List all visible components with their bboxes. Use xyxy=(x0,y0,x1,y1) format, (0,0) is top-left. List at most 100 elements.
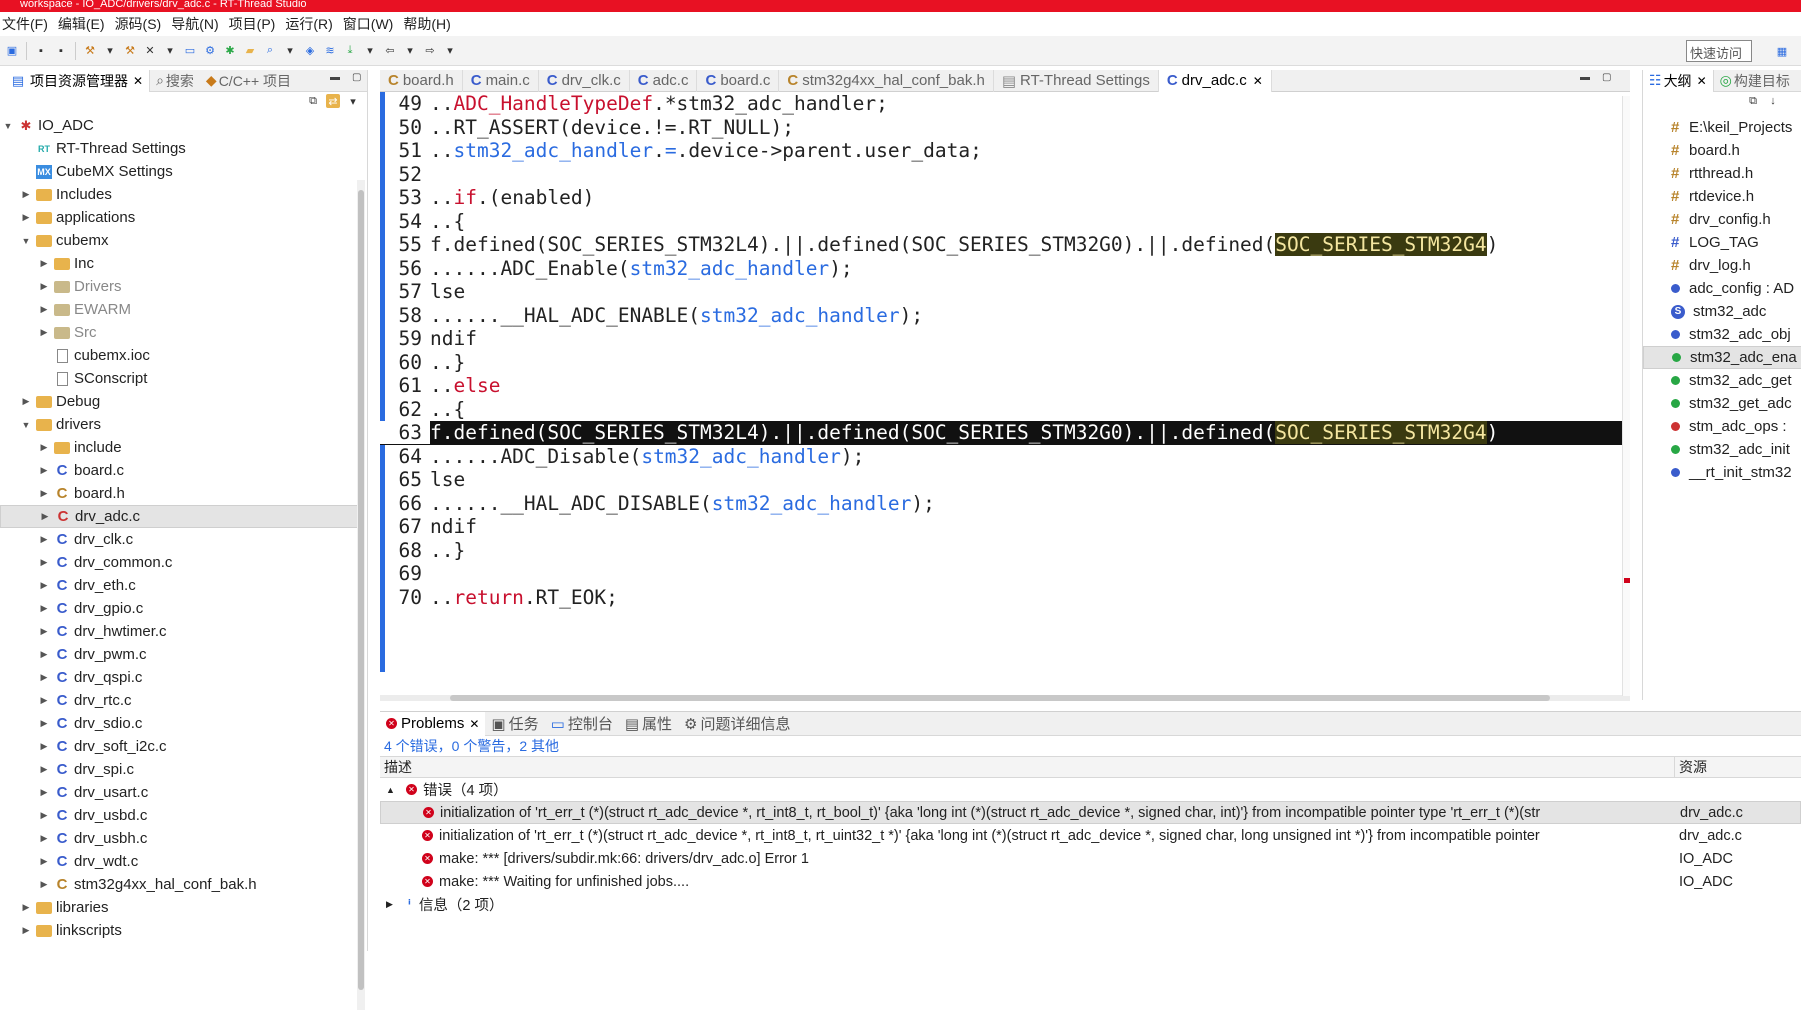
tree-item[interactable]: ▶ Cboard.h xyxy=(0,482,364,505)
tab-console[interactable]: ▭ 控制台 xyxy=(545,713,619,734)
tree-item[interactable]: ▼ drivers xyxy=(0,413,364,436)
terminal-icon[interactable]: ▭ xyxy=(183,44,197,58)
expand-arrow-icon[interactable]: ▶ xyxy=(38,465,50,476)
tree-item[interactable]: ▶ Cdrv_gpio.c xyxy=(0,597,364,620)
link-editor-icon[interactable]: ⇄ xyxy=(326,94,340,108)
menu-navigate[interactable]: 导航(N) xyxy=(171,14,226,34)
dropdown-icon[interactable]: ▾ xyxy=(103,44,117,58)
scrollbar-thumb[interactable] xyxy=(358,190,364,990)
problem-row[interactable]: ✕ initialization of 'rt_err_t (*)(struct … xyxy=(380,801,1801,824)
expand-arrow-icon[interactable]: ▶ xyxy=(38,879,50,890)
collapse-arrow-icon[interactable]: ▼ xyxy=(2,121,14,131)
expand-arrow-icon[interactable]: ▶ xyxy=(38,718,50,729)
tab-problem-details[interactable]: ⚙ 问题详细信息 xyxy=(678,713,796,734)
collapse-arrow-icon[interactable]: ▲ xyxy=(386,785,400,795)
tab-search[interactable]: ⌕ 搜索 xyxy=(150,71,200,91)
expand-arrow-icon[interactable]: ▶ xyxy=(38,557,50,568)
back-icon[interactable]: ⇦ xyxy=(383,44,397,58)
outline-item[interactable]: # LOG_TAG xyxy=(1643,231,1801,254)
tree-item[interactable]: cubemx.ioc xyxy=(0,344,364,367)
expand-arrow-icon[interactable]: ▶ xyxy=(38,304,50,315)
dropdown-icon[interactable]: ▾ xyxy=(443,44,457,58)
expand-arrow-icon[interactable]: ▶ xyxy=(386,899,400,910)
maximize-icon[interactable]: ▢ xyxy=(1602,72,1611,83)
code-line[interactable]: 60..} xyxy=(380,351,1630,375)
code-line[interactable]: 61 ..else xyxy=(380,374,1630,398)
outline-item[interactable]: stm32_adc_get xyxy=(1643,369,1801,392)
menu-project[interactable]: 项目(P) xyxy=(229,14,284,34)
close-icon[interactable]: ✕ xyxy=(1697,74,1707,88)
column-description[interactable]: 描述 xyxy=(380,757,1675,777)
tree-item[interactable]: ▶ Cdrv_clk.c xyxy=(0,528,364,551)
minimize-icon[interactable]: ▬ xyxy=(330,72,340,83)
code-line[interactable]: 58 ......__HAL_ADC_ENABLE(stm32_adc_handl… xyxy=(380,304,1630,328)
expand-arrow-icon[interactable]: ▶ xyxy=(20,189,32,200)
tree-item[interactable]: MX CubeMX Settings xyxy=(0,160,364,183)
menu-window[interactable]: 窗口(W) xyxy=(343,14,402,34)
error-marker[interactable] xyxy=(1624,578,1630,583)
expand-arrow-icon[interactable]: ▶ xyxy=(38,488,50,499)
expand-arrow-icon[interactable]: ▶ xyxy=(38,626,50,637)
tree-item[interactable]: ▶ Inc xyxy=(0,252,364,275)
quick-access-input[interactable]: 快速访问 xyxy=(1686,40,1752,62)
expand-arrow-icon[interactable]: ▶ xyxy=(20,902,32,913)
problem-row[interactable]: ✕ make: *** Waiting for unfinished jobs..… xyxy=(380,870,1801,893)
scrollbar-thumb[interactable] xyxy=(450,695,1550,701)
code-line[interactable]: 64 ......ADC_Disable(stm32_adc_handler); xyxy=(380,445,1630,469)
outline-item[interactable]: stm32_adc_init xyxy=(1643,438,1801,461)
editor-tab[interactable]: Cboard.h xyxy=(380,69,463,92)
problem-row[interactable]: ✕ initialization of 'rt_err_t (*)(struct … xyxy=(380,824,1801,847)
tree-item[interactable]: ▶ Cdrv_adc.c xyxy=(0,505,364,528)
download-icon[interactable]: ⤓ xyxy=(343,44,357,58)
search-icon[interactable]: ⌕ xyxy=(263,44,277,58)
collapse-all-icon[interactable]: ⧉ xyxy=(306,94,320,108)
close-icon[interactable]: ✕ xyxy=(469,717,479,731)
tab-problems[interactable]: ✕ Problems ✕ xyxy=(380,711,486,736)
outline-item[interactable]: # rtdevice.h xyxy=(1643,185,1801,208)
tree-item[interactable]: ▼ ✱ IO_ADC xyxy=(0,114,364,137)
editor-tab[interactable]: Cmain.c xyxy=(463,69,539,92)
collapse-arrow-icon[interactable]: ▼ xyxy=(20,420,32,430)
expand-arrow-icon[interactable]: ▶ xyxy=(38,672,50,683)
expand-arrow-icon[interactable]: ▶ xyxy=(20,396,32,407)
tree-item[interactable]: ▶ Drivers xyxy=(0,275,364,298)
tree-item[interactable]: ▶ Cdrv_rtc.c xyxy=(0,689,364,712)
tab-outline[interactable]: ☷ 大纲 ✕ xyxy=(1643,70,1714,92)
expand-arrow-icon[interactable]: ▶ xyxy=(20,212,32,223)
expand-arrow-icon[interactable]: ▶ xyxy=(38,281,50,292)
view-menu-icon[interactable]: ▾ xyxy=(346,94,360,108)
close-icon[interactable]: ✕ xyxy=(1253,74,1263,88)
info-group-row[interactable]: ▶ ⁱ 信息（2 项） xyxy=(380,893,1801,916)
tree-item[interactable]: ▶ Cdrv_common.c xyxy=(0,551,364,574)
dropdown-icon[interactable]: ▾ xyxy=(283,44,297,58)
code-line[interactable]: 50 ..RT_ASSERT(device.!=.RT_NULL); xyxy=(380,116,1630,140)
code-line[interactable]: 67 ndif xyxy=(380,515,1630,539)
outline-item[interactable]: __rt_init_stm32 xyxy=(1643,461,1801,484)
tree-item[interactable]: ▶ Cdrv_usart.c xyxy=(0,781,364,804)
tree-item[interactable]: ▶ Cdrv_spi.c xyxy=(0,758,364,781)
column-resource[interactable]: 资源 xyxy=(1675,757,1707,777)
code-line[interactable]: 70 ..return.RT_EOK; xyxy=(380,586,1630,610)
code-line[interactable]: 66 ......__HAL_ADC_DISABLE(stm32_adc_hand… xyxy=(380,492,1630,516)
save-icon[interactable]: ▪ xyxy=(34,44,48,58)
tree-item[interactable]: ▶ libraries xyxy=(0,896,364,919)
editor-tab[interactable]: Cboard.c xyxy=(697,69,780,92)
tab-tasks[interactable]: ▣ 任务 xyxy=(485,713,544,734)
tab-properties[interactable]: ▤ 属性 xyxy=(619,713,678,734)
tree-item[interactable]: ▶ linkscripts xyxy=(0,919,364,942)
code-line[interactable]: 62 ..{ xyxy=(380,398,1630,422)
expand-arrow-icon[interactable]: ▶ xyxy=(38,649,50,660)
debug-icon[interactable]: ✱ xyxy=(223,44,237,58)
dropdown-icon[interactable]: ▾ xyxy=(163,44,177,58)
editor-horizontal-scrollbar[interactable] xyxy=(380,695,1630,701)
outline-item[interactable]: # drv_log.h xyxy=(1643,254,1801,277)
tab-build-targets[interactable]: ◎ 构建目标 xyxy=(1714,71,1796,91)
code-line[interactable]: 63 f.defined(SOC_SERIES_STM32L4).||.defin… xyxy=(380,421,1630,445)
tree-item[interactable]: ▶ Src xyxy=(0,321,364,344)
tree-item[interactable]: ▶ Cdrv_eth.c xyxy=(0,574,364,597)
expand-arrow-icon[interactable]: ▶ xyxy=(38,695,50,706)
save-all-icon[interactable]: ▪ xyxy=(54,44,68,58)
outline-item[interactable]: # board.h xyxy=(1643,139,1801,162)
minimize-icon[interactable]: ▬ xyxy=(1580,72,1590,83)
tree-item[interactable]: RT RT-Thread Settings xyxy=(0,137,364,160)
